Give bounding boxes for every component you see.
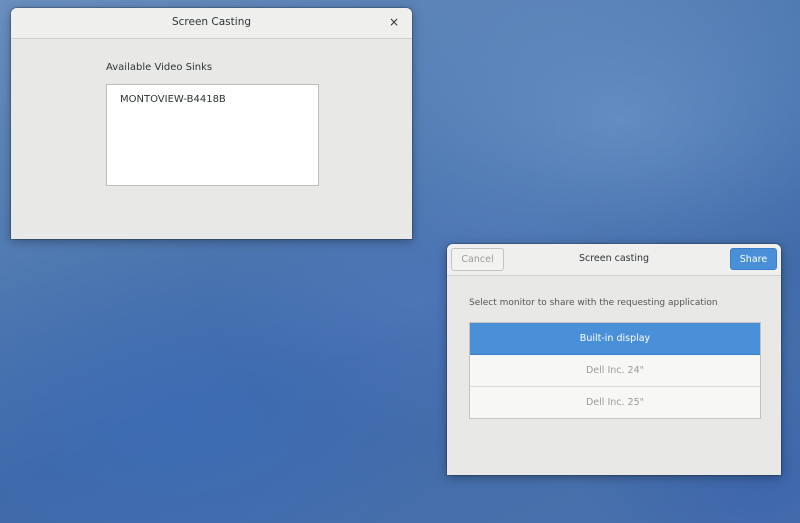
cancel-button[interactable]: Cancel (451, 248, 504, 271)
monitor-option-built-in-display[interactable]: Built-in display (470, 323, 760, 355)
window-titlebar[interactable]: Screen Casting × (11, 8, 412, 39)
monitor-list: Built-in display Dell Inc. 24" Dell Inc.… (469, 322, 761, 419)
window-title: Screen Casting (171, 16, 252, 28)
monitor-option-dell-24[interactable]: Dell Inc. 24" (470, 355, 760, 387)
dialog-headerbar: Cancel Screen casting Share (447, 244, 781, 276)
video-sinks-label: Available Video Sinks (106, 62, 213, 73)
screen-casting-window: Screen Casting × Available Video Sinks M… (11, 8, 412, 239)
video-sinks-list[interactable]: MONTOVIEW-B4418B (106, 84, 319, 186)
close-icon[interactable]: × (386, 14, 402, 30)
monitor-selection-prompt: Select monitor to share with the request… (469, 298, 718, 308)
monitor-option-dell-25[interactable]: Dell Inc. 25" (470, 387, 760, 418)
video-sink-item[interactable]: MONTOVIEW-B4418B (107, 85, 318, 105)
share-button[interactable]: Share (730, 248, 777, 270)
screen-share-dialog: Cancel Screen casting Share Select monit… (447, 244, 781, 475)
desktop-background: Screen Casting × Available Video Sinks M… (0, 0, 800, 523)
